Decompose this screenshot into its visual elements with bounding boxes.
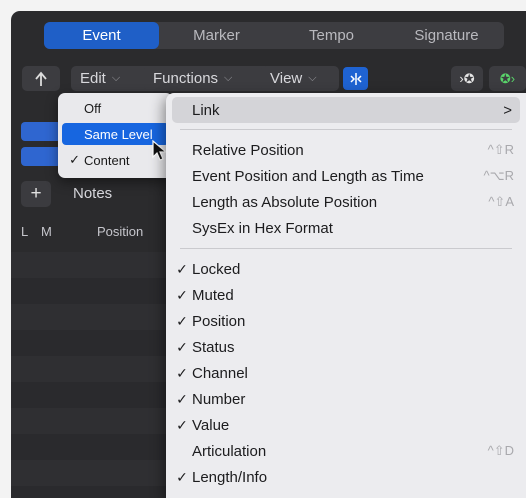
edit-menu-label: Edit — [80, 70, 106, 87]
link-mode-popup: Off Same Level ✓ Content — [58, 93, 173, 178]
menu-item-relative-position[interactable]: Relative Position ^⇧R — [172, 137, 520, 163]
all-filter-button[interactable] — [21, 147, 61, 166]
menu-item-label: Event Position and Length as Time — [192, 167, 424, 185]
menu-item-label: Status — [192, 338, 235, 356]
midi-in-filter-button[interactable]: ›✪ — [451, 66, 483, 91]
checkmark-icon: ✓ — [176, 260, 188, 277]
menu-item-label: Channel — [192, 364, 248, 382]
popup-item-off[interactable]: Off — [62, 97, 169, 119]
menu-item-label: Length/Info — [192, 468, 268, 486]
menu-item-channel[interactable]: ✓ Channel — [172, 360, 520, 386]
column-m[interactable]: M — [41, 224, 52, 239]
edit-mode-button[interactable] — [21, 122, 61, 141]
menu-item-label: Muted — [192, 286, 234, 304]
chevron-down-icon: ⌵ — [308, 72, 317, 84]
catch-button[interactable] — [343, 67, 368, 90]
popup-item-label: Content — [84, 152, 130, 168]
checkmark-icon: ✓ — [176, 364, 188, 381]
shortcut-label: ^⌥R — [483, 168, 514, 183]
event-type-label: Notes — [73, 185, 113, 202]
view-menu-label: View — [270, 70, 303, 87]
menu-item-value[interactable]: ✓ Value — [172, 412, 520, 438]
menu-item-length-absolute[interactable]: Length as Absolute Position ^⇧A — [172, 189, 520, 215]
go-up-button[interactable] — [22, 66, 60, 91]
menu-item-position[interactable]: ✓ Position — [172, 308, 520, 334]
menu-item-label: Locked — [192, 260, 241, 278]
checkmark-icon: ✓ — [69, 152, 80, 167]
menu-item-length-info[interactable]: ✓ Length/Info — [172, 464, 520, 490]
column-position[interactable]: Position — [97, 224, 143, 239]
checkmark-icon: ✓ — [176, 286, 188, 303]
tab-event[interactable]: Event — [44, 22, 159, 49]
add-event-button[interactable]: + — [21, 181, 51, 207]
functions-menu-button[interactable]: Functions ⌵ — [144, 66, 270, 91]
menu-item-label: Link — [192, 101, 220, 119]
view-menu-button[interactable]: View ⌵ — [261, 66, 339, 91]
catch-icon — [349, 72, 362, 85]
midi-out-icon: ✪› — [499, 70, 516, 86]
menu-item-status[interactable]: ✓ Status — [172, 334, 520, 360]
view-menu: Link > Relative Position ^⇧R Event Posit… — [166, 93, 526, 498]
chevron-down-icon: ⌵ — [224, 72, 233, 84]
popup-item-label: Off — [84, 100, 102, 116]
checkmark-icon: ✓ — [176, 338, 188, 355]
menu-item-label: Relative Position — [192, 141, 304, 159]
submenu-arrow-icon: > — [503, 101, 512, 119]
menu-item-label: Length as Absolute Position — [192, 193, 378, 211]
menu-item-label: Position — [192, 312, 246, 330]
list-type-tabs: Event Marker Tempo Signature — [44, 22, 504, 49]
menu-item-label: SysEx in Hex Format — [192, 219, 333, 237]
menu-item-sysex-hex[interactable]: SysEx in Hex Format — [172, 215, 520, 241]
checkmark-icon: ✓ — [176, 468, 188, 485]
menu-item-event-position-time[interactable]: Event Position and Length as Time ^⌥R — [172, 163, 520, 189]
tab-marker[interactable]: Marker — [159, 22, 274, 49]
menu-item-number[interactable]: ✓ Number — [172, 386, 520, 412]
menu-item-link[interactable]: Link > — [172, 97, 520, 123]
toolbar: Edit ⌵ Functions ⌵ View ⌵ ›✪ ✪› — [11, 63, 526, 93]
menu-separator — [180, 248, 512, 249]
shortcut-label: ^⇧D — [487, 443, 514, 458]
popup-item-label: Same Level — [84, 126, 153, 142]
notes-create-row: + Notes — [11, 181, 181, 207]
menu-item-muted[interactable]: ✓ Muted — [172, 282, 520, 308]
tab-tempo[interactable]: Tempo — [274, 22, 389, 49]
checkmark-icon: ✓ — [176, 312, 188, 329]
midi-out-filter-button[interactable]: ✪› — [489, 66, 526, 91]
shortcut-label: ^⇧A — [488, 194, 514, 209]
column-l[interactable]: L — [21, 224, 28, 239]
menu-item-articulation[interactable]: Articulation ^⇧D — [172, 438, 520, 464]
menu-separator — [180, 129, 512, 130]
functions-menu-label: Functions — [153, 70, 219, 87]
menu-item-label: Number — [192, 390, 246, 408]
checkmark-icon: ✓ — [176, 416, 188, 433]
tab-signature[interactable]: Signature — [389, 22, 504, 49]
checkmark-icon: ✓ — [176, 390, 188, 407]
column-headers: L M Position — [11, 221, 181, 245]
menu-item-label: Articulation — [192, 442, 267, 460]
menu-item-label: Value — [192, 416, 230, 434]
up-arrow-icon — [35, 71, 47, 86]
midi-in-icon: ›✪ — [459, 70, 475, 86]
shortcut-label: ^⇧R — [487, 142, 514, 157]
chevron-down-icon: ⌵ — [111, 72, 121, 84]
menu-item-locked[interactable]: ✓ Locked — [172, 256, 520, 282]
